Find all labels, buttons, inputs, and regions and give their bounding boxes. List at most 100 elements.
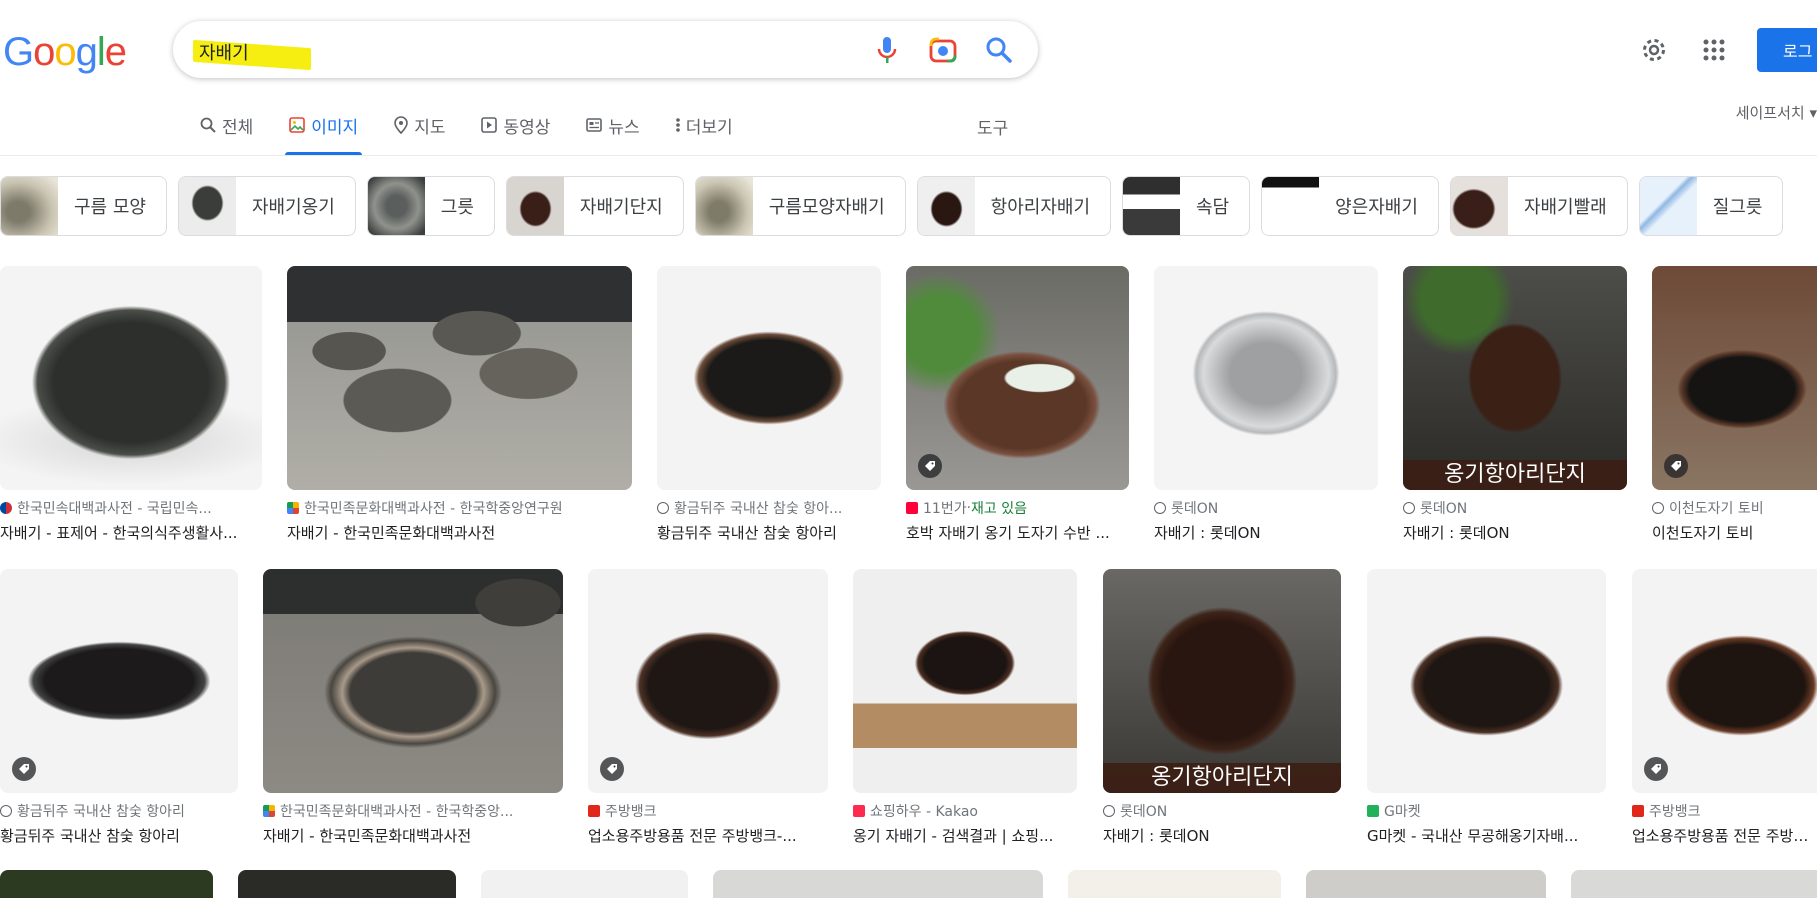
image-result[interactable]: 롯데ON 자배기 : 롯데ON [1154, 266, 1378, 542]
image-result-partial[interactable] [481, 870, 688, 898]
image-result[interactable]: 황금뒤주 국내산 참숯 항아리 황금뒤주 국내산 참숯 항아리 [0, 569, 238, 845]
tab-label: 전체 [222, 117, 254, 138]
chip[interactable]: 그릇 [366, 176, 495, 236]
tab-news[interactable]: 뉴스 [582, 100, 643, 150]
result-image[interactable] [1367, 569, 1606, 793]
image-result-partial[interactable] [0, 870, 213, 898]
result-image[interactable] [588, 569, 828, 793]
result-source: 황금뒤주 국내산 참숯 항아... [674, 501, 843, 517]
login-button[interactable]: 로그 [1757, 28, 1817, 72]
image-result-partial[interactable] [1306, 870, 1546, 898]
result-source: 한국민속대백과사전 - 국립민속... [17, 501, 212, 517]
tab-all[interactable]: 전체 [196, 100, 257, 150]
result-title[interactable]: 자배기 - 한국민족문화대백과사전 [287, 522, 632, 543]
apps-grid-icon[interactable] [1697, 33, 1731, 67]
image-result[interactable]: 한국민족문화대백과사전 - 한국학중앙... 자배기 - 한국민족문화대백과사전 [263, 569, 563, 845]
gear-icon[interactable] [1637, 33, 1671, 67]
tab-more[interactable]: 더보기 [672, 100, 737, 150]
tab-images[interactable]: 이미지 [285, 100, 363, 155]
result-title[interactable]: 옹기 자배기 - 검색결과 | 쇼핑... [853, 825, 1077, 846]
microphone-icon[interactable] [870, 33, 904, 67]
result-image[interactable] [287, 266, 632, 490]
result-image[interactable] [1154, 266, 1378, 490]
image-result[interactable]: 11번가 · 재고 있음 호박 자배기 옹기 도자기 수반 ... [906, 266, 1129, 542]
result-source: 이천도자기 토비 [1669, 501, 1764, 517]
image-result[interactable]: 옹기항아리단지 롯데ON 자배기 : 롯데ON [1403, 266, 1627, 542]
result-title[interactable]: 자배기 : 롯데ON [1154, 522, 1378, 543]
safesearch-button[interactable]: 세이프서치 ▾ [1736, 102, 1817, 123]
image-result[interactable]: 쇼핑하우 - Kakao 옹기 자배기 - 검색결과 | 쇼핑... [853, 569, 1077, 845]
chip-label: 양은자배기 [1335, 197, 1418, 218]
image-result[interactable]: G마켓 G마켓 - 국내산 무공해옹기자배... [1367, 569, 1606, 845]
image-result[interactable]: 이천도자기 토비 이천도자기 토비 [1652, 266, 1817, 542]
image-result[interactable]: 옹기항아리단지 롯데ON 자배기 : 롯데ON [1103, 569, 1341, 845]
more-vert-icon [675, 117, 680, 133]
camera-lens-icon[interactable] [926, 33, 960, 67]
chip[interactable]: 항아리자배기 [916, 176, 1111, 236]
chip-label: 구름모양자배기 [768, 197, 885, 218]
image-result[interactable]: 한국민속대백과사전 - 국립민속... 자배기 - 표제어 - 한국의식주생활사… [0, 266, 262, 542]
result-image[interactable] [0, 266, 262, 490]
result-title[interactable]: 황금뒤주 국내산 참숯 항아리 [657, 522, 881, 543]
image-result-partial[interactable] [1068, 870, 1281, 898]
image-result-partial[interactable] [1571, 870, 1817, 898]
chip-thumbnail [506, 177, 564, 235]
tools-button[interactable]: 도구 [977, 114, 1008, 139]
tab-label: 더보기 [685, 117, 733, 138]
result-image[interactable]: 옹기항아리단지 [1103, 569, 1341, 793]
image-result-partial[interactable] [238, 870, 456, 898]
chip-label: 자배기단지 [579, 197, 663, 218]
tab-maps[interactable]: 지도 [390, 100, 449, 150]
image-result[interactable]: 주방뱅크 업소용주방용품 전문 주방뱅크-... [588, 569, 828, 845]
globe-icon [1652, 502, 1664, 514]
result-title[interactable]: 자배기 - 한국민족문화대백과사전 [263, 825, 563, 846]
chip[interactable]: 속담 [1122, 176, 1251, 236]
chip[interactable]: 구름모양자배기 [694, 176, 906, 236]
chip-thumbnail [367, 177, 425, 235]
chip[interactable]: 구름 모양 [0, 176, 167, 236]
search-icon[interactable] [982, 33, 1016, 67]
chip[interactable]: 양은자배기 [1261, 176, 1439, 236]
image-caption-overlay: 옹기항아리단지 [1103, 763, 1341, 793]
result-image[interactable]: 옹기항아리단지 [1403, 266, 1627, 490]
globe-icon [1403, 502, 1415, 514]
result-image[interactable] [906, 266, 1129, 490]
tab-label: 동영상 [503, 117, 551, 138]
tab-videos[interactable]: 동영상 [477, 100, 554, 150]
image-result[interactable]: 주방뱅크 업소용주방용품 전문 주방뱅... [1632, 569, 1817, 845]
chip-thumbnail [1123, 177, 1180, 235]
chip-label: 자배기빨래 [1523, 197, 1607, 218]
image-result-partial[interactable] [713, 870, 1043, 898]
result-image[interactable] [263, 569, 563, 793]
search-input[interactable]: 자배기 [199, 39, 249, 65]
related-search-chips: 구름 모양 자배기옹기 그릇 자배기단지 구름모양자배기 항아리자배기 속담 양… [0, 176, 1794, 236]
chip[interactable]: 자배기빨래 [1449, 176, 1628, 236]
result-title[interactable]: 이천도자기 토비 [1652, 522, 1817, 543]
result-image[interactable] [1632, 569, 1817, 793]
shoppinghow-icon [853, 805, 865, 817]
globe-icon [1154, 502, 1166, 514]
image-result[interactable]: 한국민족문화대백과사전 - 한국학중앙연구원 자배기 - 한국민족문화대백과사전 [287, 266, 632, 542]
search-box[interactable]: 자배기 [173, 21, 1038, 78]
result-image[interactable] [1652, 266, 1817, 490]
chip[interactable]: 질그릇 [1638, 176, 1784, 236]
result-title[interactable]: 호박 자배기 옹기 도자기 수반 ... [906, 522, 1129, 543]
image-result[interactable]: 황금뒤주 국내산 참숯 항아... 황금뒤주 국내산 참숯 항아리 [657, 266, 881, 542]
tab-label: 지도 [414, 117, 446, 138]
tab-label: 뉴스 [608, 117, 640, 138]
result-title[interactable]: 자배기 : 롯데ON [1403, 522, 1627, 543]
result-title[interactable]: G마켓 - 국내산 무공해옹기자배... [1367, 825, 1606, 846]
google-logo[interactable]: Google [3, 28, 127, 76]
result-title[interactable]: 업소용주방용품 전문 주방뱅... [1632, 825, 1817, 846]
result-image[interactable] [0, 569, 238, 793]
price-tag-icon [1664, 454, 1688, 478]
result-title[interactable]: 업소용주방용품 전문 주방뱅크-... [588, 825, 828, 846]
chip[interactable]: 자배기옹기 [177, 176, 356, 236]
result-image[interactable] [853, 569, 1077, 793]
result-title[interactable]: 황금뒤주 국내산 참숯 항아리 [0, 825, 238, 846]
result-title[interactable]: 자배기 : 롯데ON [1103, 825, 1341, 846]
result-image[interactable] [657, 266, 881, 490]
result-title[interactable]: 자배기 - 표제어 - 한국의식주생활사... [0, 522, 262, 543]
chip[interactable]: 자배기단지 [505, 176, 684, 236]
korea-flag-icon [0, 502, 12, 514]
